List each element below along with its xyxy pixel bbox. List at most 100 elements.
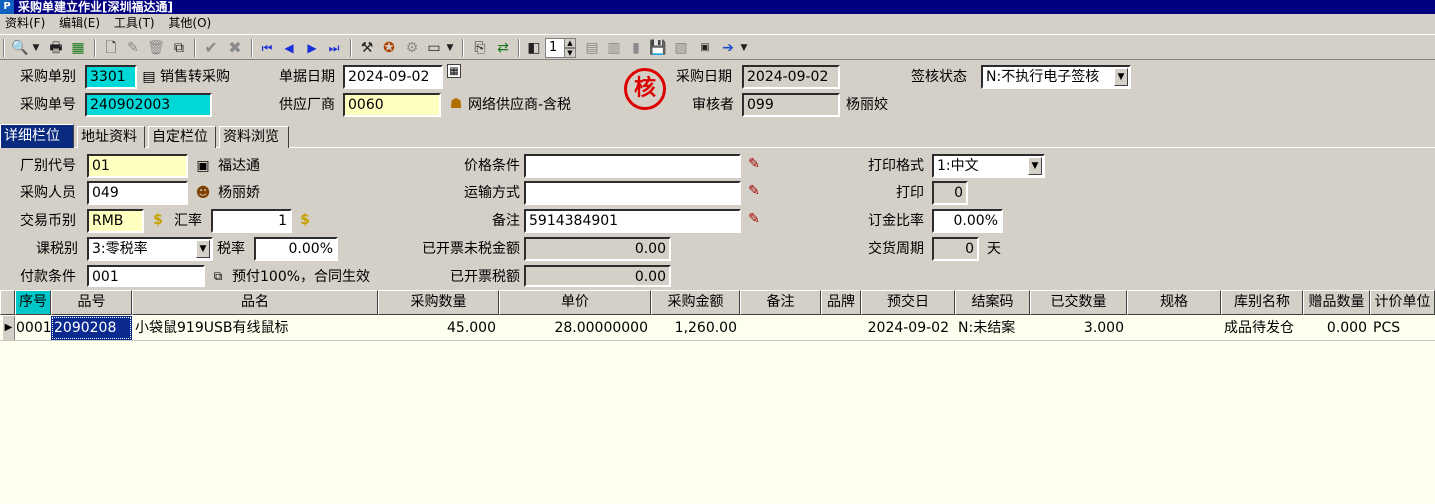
price-cond-field[interactable] bbox=[524, 154, 741, 178]
column-header[interactable]: 库别名称 bbox=[1221, 290, 1303, 315]
column-header[interactable]: 品名 bbox=[132, 290, 378, 315]
transfer-icon[interactable]: ⇄ bbox=[493, 38, 513, 58]
chevron-down-icon[interactable]: ▼ bbox=[444, 38, 456, 58]
printer-icon[interactable]: 🖶 bbox=[46, 38, 66, 58]
remark-lookup-icon[interactable]: ✎ bbox=[745, 210, 763, 228]
tab-address[interactable]: 地址资料 bbox=[77, 126, 145, 148]
column-header[interactable]: 序号 bbox=[15, 290, 51, 315]
payment-field[interactable]: 001 bbox=[87, 265, 205, 287]
tab-custom[interactable]: 自定栏位 bbox=[148, 126, 216, 148]
cell-delivered-qty[interactable]: 3.000 bbox=[1030, 316, 1127, 340]
exit-icon[interactable]: ➔ bbox=[718, 38, 738, 58]
spin-down-icon[interactable]: ▼ bbox=[564, 48, 576, 58]
supplier-lookup-icon[interactable]: ☗ bbox=[447, 95, 465, 113]
factory-lookup-icon[interactable]: ▣ bbox=[194, 157, 212, 175]
spin-up-icon[interactable]: ▲ bbox=[564, 38, 576, 48]
cancel-x-icon[interactable]: ✖ bbox=[225, 38, 245, 58]
calendar-icon[interactable]: ▦ bbox=[447, 64, 461, 78]
cell-due-date[interactable]: 2024-09-02 bbox=[861, 316, 952, 340]
chevron-down-icon[interactable]: ▼ bbox=[738, 38, 750, 58]
rate-field[interactable]: 1 bbox=[211, 209, 292, 233]
attachment-icon[interactable]: ⎘ bbox=[470, 38, 490, 58]
sign-status-select[interactable]: N:不执行电子签核 ▼ bbox=[981, 65, 1131, 89]
column-header[interactable]: 已交数量 bbox=[1030, 290, 1127, 315]
export-excel-icon[interactable]: ▦ bbox=[68, 38, 88, 58]
first-record-icon[interactable]: ⏮ bbox=[257, 38, 277, 58]
document-icon[interactable]: ▤ bbox=[140, 68, 158, 86]
cell-seq[interactable]: 0001 bbox=[15, 316, 51, 340]
remark-field[interactable]: 5914384901 bbox=[524, 209, 741, 233]
column-header[interactable]: 备注 bbox=[740, 290, 821, 315]
payment-lookup-icon[interactable]: ⧉ bbox=[209, 267, 227, 285]
purchase-type-field[interactable]: 3301 bbox=[85, 65, 137, 89]
copy-icon[interactable]: ⧉ bbox=[169, 38, 189, 58]
column-header[interactable]: 单价 bbox=[499, 290, 651, 315]
menu-tools[interactable]: 工具(T) bbox=[109, 14, 160, 33]
purchase-no-field[interactable]: 240902003 bbox=[85, 93, 212, 117]
calendar-icon[interactable]: ▣ bbox=[695, 38, 715, 58]
print-format-select[interactable]: 1:中文 ▼ bbox=[932, 154, 1045, 178]
shipping-lookup-icon[interactable]: ✎ bbox=[745, 182, 763, 200]
cell-brand[interactable] bbox=[821, 316, 861, 340]
cell-close-code[interactable]: N:未结案 bbox=[955, 316, 1030, 340]
calculator-icon[interactable]: ▤ bbox=[582, 38, 602, 58]
cell-quantity[interactable]: 45.000 bbox=[378, 316, 499, 340]
column-header[interactable]: 赠品数量 bbox=[1303, 290, 1370, 315]
chevron-down-icon[interactable]: ▼ bbox=[196, 240, 210, 258]
tab-browse[interactable]: 资料浏览 bbox=[219, 126, 289, 148]
shipping-field[interactable] bbox=[524, 181, 741, 205]
supplier-field[interactable]: 0060 bbox=[343, 93, 441, 117]
screen-icon[interactable]: ▭ bbox=[424, 38, 444, 58]
edit-icon[interactable]: ✎ bbox=[123, 38, 143, 58]
doc-date-field[interactable]: 2024-09-02 bbox=[343, 65, 443, 89]
price-cond-lookup-icon[interactable]: ✎ bbox=[745, 155, 763, 173]
list-icon[interactable]: ▥ bbox=[604, 38, 624, 58]
cell-pricing-unit[interactable]: PCS bbox=[1370, 316, 1435, 340]
menu-edit[interactable]: 编辑(E) bbox=[54, 14, 105, 33]
menu-other[interactable]: 其他(O) bbox=[163, 14, 216, 33]
menu-data[interactable]: 资料(F) bbox=[0, 14, 50, 33]
last-record-icon[interactable]: ⏭ bbox=[324, 38, 344, 58]
next-record-icon[interactable]: ▶ bbox=[302, 38, 322, 58]
chevron-down-icon[interactable]: ▼ bbox=[1028, 157, 1042, 175]
save-icon[interactable]: 💾 bbox=[648, 38, 668, 58]
previous-record-icon[interactable]: ◀ bbox=[279, 38, 299, 58]
currency-coin-icon[interactable]: $ bbox=[149, 211, 167, 229]
batch-icon[interactable]: ▧ bbox=[671, 38, 691, 58]
new-document-icon[interactable]: 🗋 bbox=[101, 38, 121, 58]
buyer-field[interactable]: 049 bbox=[87, 181, 188, 205]
column-header[interactable]: 计价单位 bbox=[1370, 290, 1435, 315]
currency-field[interactable]: RMB bbox=[87, 209, 144, 233]
person-icon[interactable]: ☻ bbox=[194, 184, 212, 202]
column-header[interactable]: 采购金额 bbox=[651, 290, 740, 315]
confirm-check-icon[interactable]: ✔ bbox=[201, 38, 221, 58]
cell-spec[interactable] bbox=[1127, 316, 1221, 340]
cell-item-name[interactable]: 小袋鼠919USB有线鼠标 bbox=[132, 316, 378, 340]
deposit-field[interactable]: 0.00% bbox=[932, 209, 1003, 233]
query-icon[interactable]: ⚒ bbox=[357, 38, 377, 58]
approve-icon[interactable]: ✪ bbox=[379, 38, 399, 58]
tax-rate-field[interactable]: 0.00% bbox=[254, 237, 338, 261]
tab-detail[interactable]: 详细栏位 bbox=[0, 124, 74, 148]
column-header[interactable]: 规格 bbox=[1127, 290, 1221, 315]
detail-grid[interactable]: 序号 品号 品名 采购数量 单价 采购金额 备注 品牌 预交日 结案码 已交数量… bbox=[0, 290, 1435, 504]
tax-type-select[interactable]: 3:零税率 ▼ bbox=[87, 237, 213, 261]
cell-unit-price[interactable]: 28.00000000 bbox=[499, 316, 651, 340]
rate-coin-icon[interactable]: $ bbox=[296, 211, 314, 229]
record-number-input[interactable]: 1 bbox=[545, 38, 565, 58]
print-preview-icon[interactable]: 🔍 bbox=[10, 38, 30, 58]
delete-icon[interactable]: 🗑 bbox=[146, 38, 166, 58]
cell-remark[interactable] bbox=[740, 316, 821, 340]
column-header[interactable]: 采购数量 bbox=[378, 290, 499, 315]
column-header[interactable]: 预交日 bbox=[861, 290, 955, 315]
goto-record-icon[interactable]: ◧ bbox=[524, 38, 544, 58]
chevron-down-icon[interactable]: ▼ bbox=[1114, 68, 1128, 86]
chevron-down-icon[interactable]: ▼ bbox=[30, 38, 42, 58]
grid-icon[interactable]: ▮ bbox=[626, 38, 646, 58]
unapprove-icon[interactable]: ⚙ bbox=[402, 38, 422, 58]
cell-warehouse[interactable]: 成品待发仓 bbox=[1221, 316, 1303, 340]
cell-item-no[interactable]: 2090208 bbox=[51, 316, 132, 340]
column-header[interactable]: 结案码 bbox=[955, 290, 1030, 315]
cell-amount[interactable]: 1,260.00 bbox=[651, 316, 740, 340]
column-header[interactable]: 品号 bbox=[51, 290, 132, 315]
